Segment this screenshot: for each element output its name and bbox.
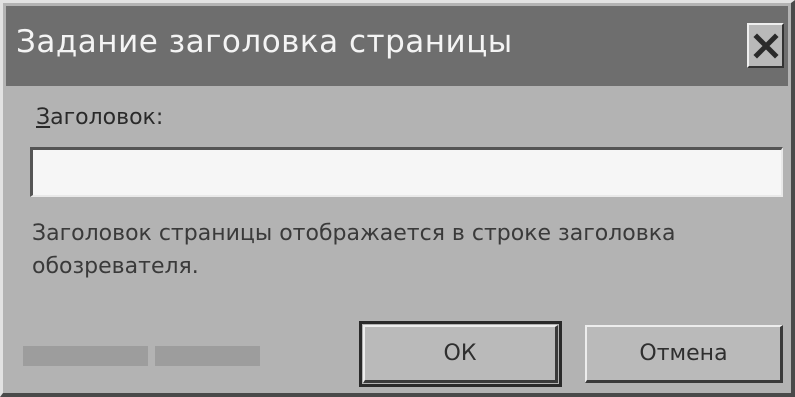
scan-smudge	[155, 346, 260, 366]
page-title-dialog: Задание заголовка страницы Заголовок: За…	[0, 0, 795, 397]
dialog-title: Задание заголовка страницы	[16, 24, 513, 60]
title-field-label-text: аголовок:	[50, 105, 164, 130]
scan-smudge	[23, 346, 148, 366]
ok-button[interactable]: ОК	[363, 325, 558, 383]
close-icon	[752, 32, 779, 59]
accelerator-letter: З	[36, 105, 51, 130]
title-input[interactable]	[30, 147, 783, 197]
dialog-titlebar[interactable]: Задание заголовка страницы	[6, 6, 788, 86]
close-button[interactable]	[747, 23, 784, 68]
description-text: Заголовок страницы отображается в строке…	[32, 221, 676, 279]
title-field-label: Заголовок:	[36, 105, 163, 130]
cancel-button[interactable]: Отмена	[585, 325, 783, 383]
